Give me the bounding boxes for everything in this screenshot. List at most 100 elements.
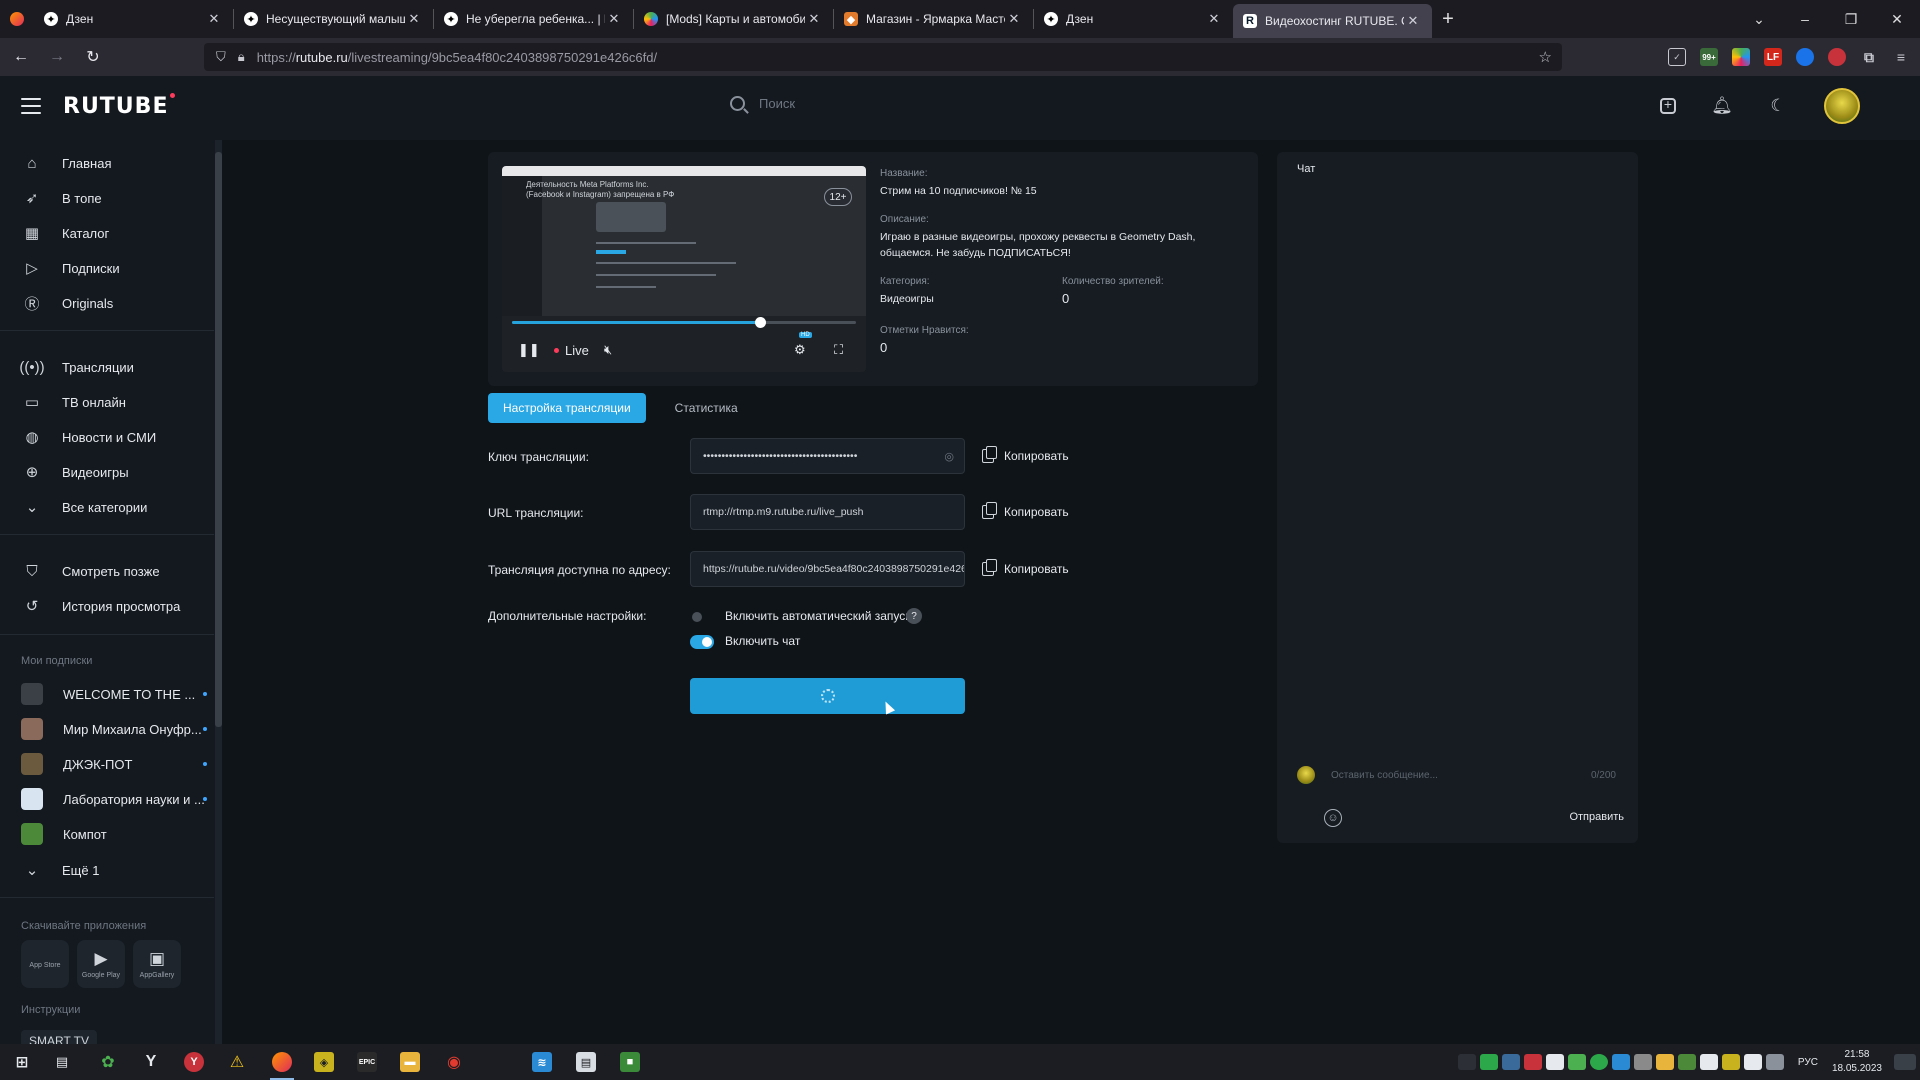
app-store-button[interactable]: App Store — [21, 940, 69, 988]
extension-badge-icon[interactable]: 99+ — [1700, 48, 1718, 66]
firefox-icon[interactable] — [0, 0, 34, 38]
network-icon[interactable] — [1457, 1054, 1476, 1070]
firefox-taskbar-icon[interactable] — [272, 1052, 292, 1072]
address-bar[interactable]: ⛉ 🔒︎ https://rutube.ru/livestreaming/9bc… — [204, 43, 1562, 71]
stream-key-field[interactable]: ••••••••••••••••••••••••••••••••••••••••… — [690, 438, 965, 474]
copy-address-button[interactable]: Копировать — [982, 559, 1069, 576]
mute-button[interactable]: 🔇︎ — [604, 338, 612, 362]
minecraft-icon[interactable]: ■ — [620, 1052, 640, 1072]
adblock-icon[interactable] — [1828, 48, 1846, 66]
tray-app-icon[interactable] — [1545, 1054, 1564, 1070]
progress-knob[interactable] — [754, 317, 766, 328]
autostart-toggle[interactable] — [690, 610, 714, 624]
browser-tab[interactable]: ✦ Не уберегла ребенка... | Мысл ✕ — [434, 0, 633, 38]
search-bar[interactable]: Поиск — [730, 96, 795, 111]
yandex-browser-icon[interactable]: Y — [141, 1052, 161, 1072]
avatar[interactable] — [1824, 88, 1860, 124]
tray-app-icon[interactable] — [1655, 1054, 1674, 1070]
upload-icon[interactable] — [1660, 96, 1676, 114]
tray-app-icon[interactable] — [1567, 1054, 1586, 1070]
bookmark-star-icon[interactable]: ☆ — [1539, 48, 1552, 66]
sidebar-item-broadcasts[interactable]: ((•)) Трансляции — [0, 353, 214, 381]
sidebar-item-news[interactable]: ◍ Новости и СМИ — [0, 423, 214, 451]
epic-games-icon[interactable]: EPIC — [357, 1052, 377, 1072]
stream-url-field[interactable]: rtmp://rtmp.m9.rutube.ru/live_push — [690, 494, 965, 530]
browser-tab-active[interactable]: R Видеохостинг RUTUBE. Смотр ✕ — [1233, 4, 1432, 38]
progress-bar[interactable] — [512, 317, 856, 328]
app-gallery-button[interactable]: ▣ AppGallery — [133, 940, 181, 988]
tray-app-icon[interactable] — [1589, 1054, 1608, 1070]
browser-tab[interactable]: [Mods] Карты и автомобили [ ✕ — [634, 0, 833, 38]
menu-icon[interactable]: ≡ — [1892, 48, 1910, 66]
pen-icon[interactable] — [1765, 1054, 1784, 1070]
bluetooth-icon[interactable] — [1611, 1054, 1630, 1070]
sidebar-item-watch-later[interactable]: ⛉ Смотреть позже — [0, 557, 214, 585]
windows-start-icon[interactable]: ⊞ — [12, 1052, 32, 1072]
tray-app-icon[interactable] — [1523, 1054, 1542, 1070]
rutube-logo[interactable]: RUTUBE — [63, 93, 176, 119]
bell-icon[interactable]: 🔔︎ — [1711, 96, 1733, 116]
live-indicator[interactable]: Live — [554, 338, 589, 362]
close-icon[interactable]: ✕ — [1205, 11, 1223, 27]
translate-extension-icon[interactable] — [1796, 48, 1814, 66]
yandex-icon[interactable]: Y — [184, 1052, 204, 1072]
search-input[interactable]: Поиск — [759, 96, 795, 111]
video-player[interactable]: Деятельность Meta Platforms Inc. (Faceboo… — [502, 166, 866, 372]
new-tab-button[interactable]: + — [1432, 0, 1464, 38]
submit-button[interactable] — [690, 678, 965, 714]
clock[interactable]: 21:58 18.05.2023 — [1832, 1048, 1882, 1076]
sidebar-item-top[interactable]: ➶ В топе — [0, 184, 214, 212]
recorder-icon[interactable]: ◉ — [444, 1052, 464, 1072]
search-icon[interactable] — [730, 96, 745, 111]
url-text[interactable]: https://rutube.ru/livestreaming/9bc5ea4f… — [257, 50, 657, 65]
editor-app-icon[interactable]: ◈ — [314, 1052, 334, 1072]
tray-app-icon[interactable] — [1633, 1054, 1652, 1070]
fullscreen-button[interactable]: ⛶ — [834, 338, 843, 362]
sidebar-item-tv[interactable]: ▭ ТВ онлайн — [0, 388, 214, 416]
emoji-icon[interactable]: ☺ — [1324, 809, 1342, 827]
sidebar-item-all-categories[interactable]: ⌄ Все категории — [0, 493, 214, 521]
color-extension-icon[interactable] — [1732, 48, 1750, 66]
shield-icon[interactable]: ⛉ — [216, 49, 226, 65]
lock-icon[interactable]: 🔒︎ — [238, 49, 245, 65]
google-play-button[interactable]: ▶ Google Play — [77, 940, 125, 988]
task-view-icon[interactable]: ▤ — [52, 1052, 72, 1072]
tab-stream-settings[interactable]: Настройка трансляции — [488, 393, 646, 423]
tab-statistics[interactable]: Статистика — [660, 393, 753, 423]
close-icon[interactable]: ✕ — [205, 11, 223, 27]
notifications-icon[interactable] — [1894, 1054, 1916, 1070]
sidebar-item-subscriptions[interactable]: ▷ Подписки — [0, 254, 214, 282]
back-icon[interactable]: ← — [6, 42, 36, 72]
tray-app-icon[interactable] — [1699, 1054, 1718, 1070]
store-icon[interactable]: ≋ — [532, 1052, 552, 1072]
close-icon[interactable]: ✕ — [805, 11, 823, 27]
chat-message-input[interactable]: Оставить сообщение... — [1331, 770, 1438, 781]
browser-tab[interactable]: ✦ Несуществующий малыш | По ✕ — [234, 0, 433, 38]
volume-icon[interactable] — [1743, 1054, 1762, 1070]
sidebar-item-games[interactable]: ⊕ Видеоигры — [0, 458, 214, 486]
sidebar-item-originals[interactable]: Ⓡ Originals — [0, 289, 214, 317]
minimize-icon[interactable]: – — [1782, 11, 1828, 27]
pocket-icon[interactable]: ✓ — [1668, 48, 1686, 66]
copy-url-button[interactable]: Копировать — [982, 502, 1069, 519]
warning-app-icon[interactable]: ⚠ — [227, 1052, 247, 1072]
browser-tab[interactable]: ✦ Дзен ✕ — [1034, 0, 1233, 38]
sidebar-item-history[interactable]: ↺ История просмотра — [0, 592, 214, 620]
tray-app-icon[interactable] — [1677, 1054, 1696, 1070]
help-icon[interactable]: ? — [906, 608, 922, 624]
tray-app-icon[interactable] — [1479, 1054, 1498, 1070]
keyboard-language[interactable]: РУС — [1798, 1057, 1818, 1068]
sidebar-item-more[interactable]: ⌄ Ещё 1 — [0, 856, 214, 884]
sidebar-scrollbar[interactable] — [215, 140, 222, 1044]
close-icon[interactable]: ✕ — [1005, 11, 1023, 27]
sidebar-item-home[interactable]: ⌂ Главная — [0, 149, 214, 177]
xbox-icon[interactable]: ✿ — [98, 1052, 118, 1072]
browser-tab[interactable]: ✦ Дзен ✕ — [34, 0, 233, 38]
hamburger-menu-icon[interactable] — [21, 98, 41, 114]
lf-extension-icon[interactable]: LF — [1764, 48, 1782, 66]
tray-app-icon[interactable] — [1501, 1054, 1520, 1070]
restore-icon[interactable]: ❐ — [1828, 11, 1874, 28]
close-icon[interactable]: ✕ — [605, 11, 623, 27]
subscription-item[interactable]: Лаборатория науки и ... — [0, 785, 214, 813]
notepad-icon[interactable]: ▤ — [576, 1052, 596, 1072]
